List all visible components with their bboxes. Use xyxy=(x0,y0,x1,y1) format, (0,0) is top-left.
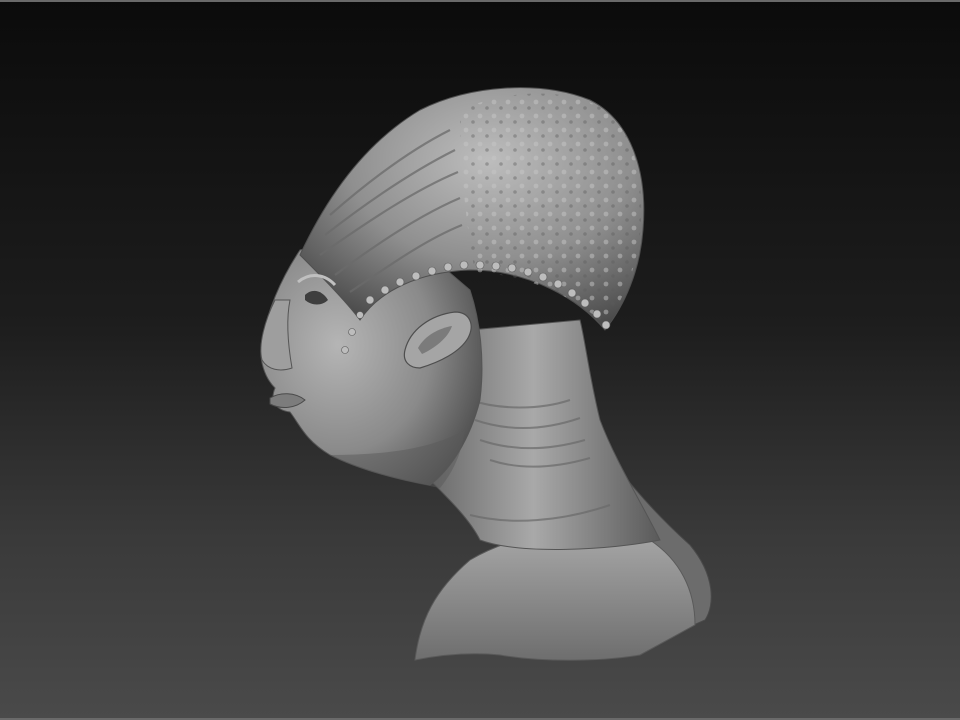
nose xyxy=(260,299,293,371)
sculpt-viewport[interactable] xyxy=(0,0,960,720)
crown-bump-texture xyxy=(460,93,642,325)
sculpted-bust-model[interactable] xyxy=(0,0,960,720)
